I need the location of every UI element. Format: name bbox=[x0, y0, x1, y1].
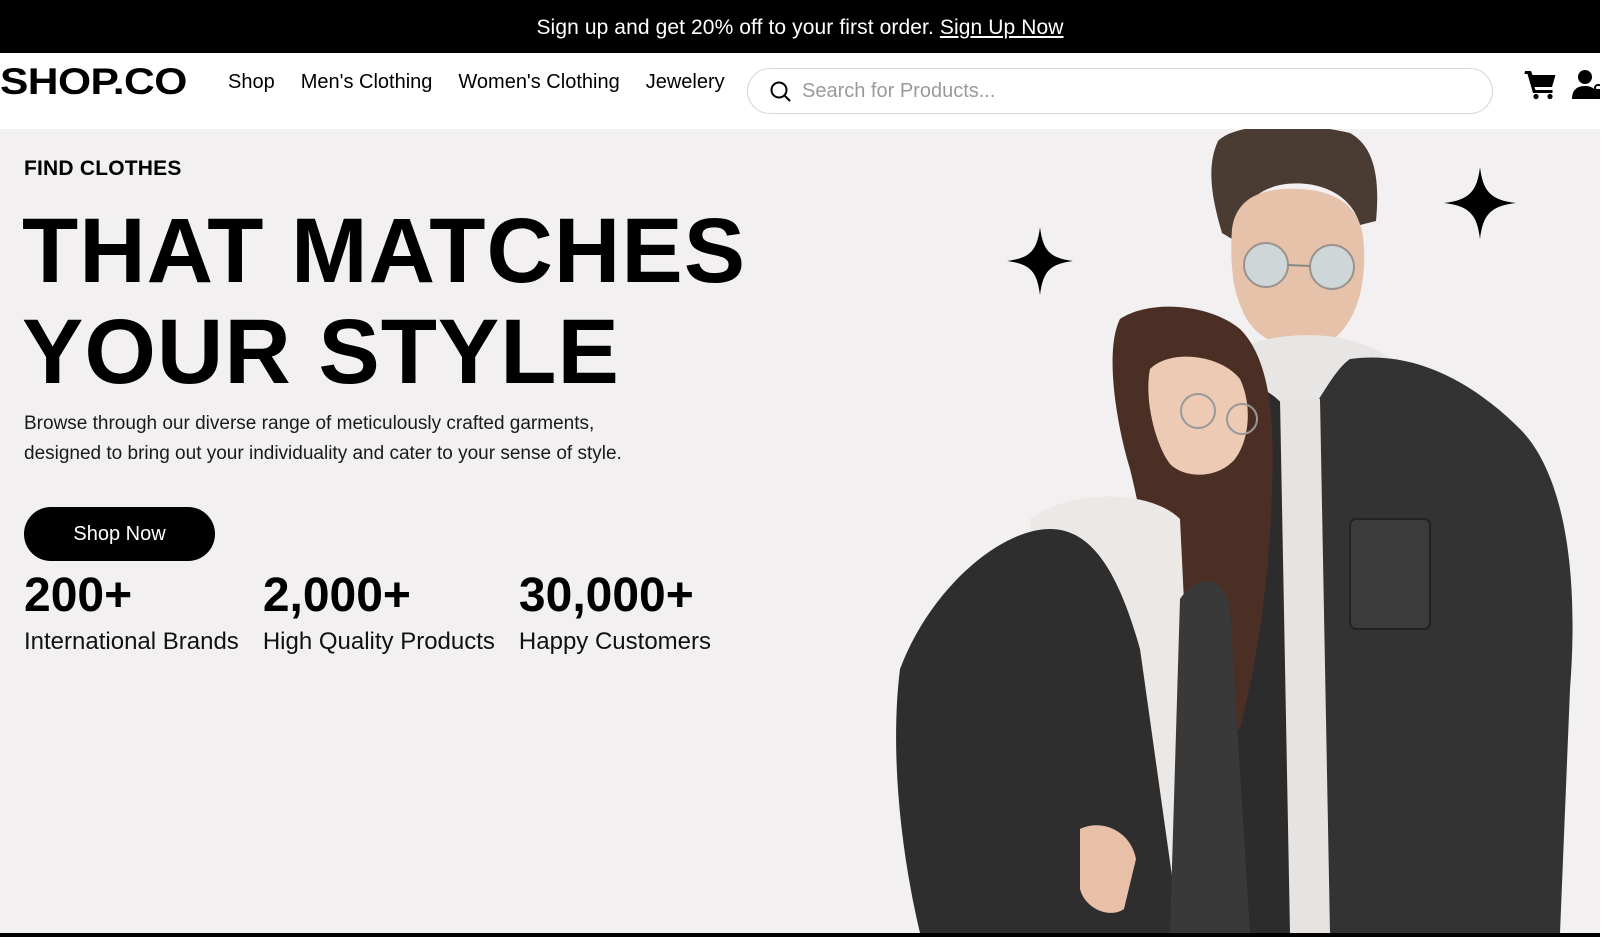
sparkle-icon bbox=[1007, 227, 1073, 295]
nav-link-shop[interactable]: Shop bbox=[228, 71, 275, 94]
stat-brands: 200+ International Brands bbox=[24, 567, 239, 657]
hero-eyebrow: FIND CLOTHES bbox=[24, 157, 182, 180]
nav-link-womens-clothing[interactable]: Women's Clothing bbox=[458, 71, 619, 94]
search-icon bbox=[770, 81, 791, 102]
logo[interactable]: SHOP.CO bbox=[0, 61, 187, 103]
search-bar[interactable] bbox=[747, 68, 1493, 114]
cart-icon[interactable] bbox=[1524, 67, 1558, 101]
stat-value: 200+ bbox=[24, 569, 133, 622]
hero-section: FIND CLOTHES THAT MATCHES YOUR STYLE Bro… bbox=[0, 129, 1600, 933]
promo-banner: Sign up and get 20% off to your first or… bbox=[0, 3, 1600, 53]
navbar: SHOP.CO Shop Men's Clothing Women's Clot… bbox=[0, 53, 1600, 129]
sign-up-link[interactable]: Sign Up Now bbox=[940, 16, 1064, 40]
hero-description: Browse through our diverse range of meti… bbox=[24, 413, 622, 464]
stats: 200+ International Brands 2,000+ High Qu… bbox=[24, 567, 735, 657]
headline-line-2: YOUR STYLE bbox=[22, 301, 620, 403]
shop-now-button[interactable]: Shop Now bbox=[24, 507, 215, 561]
right-edge bbox=[1600, 0, 1605, 937]
stat-label: High Quality Products bbox=[262, 628, 495, 655]
stat-value: 30,000+ bbox=[518, 569, 694, 622]
nav-links: Shop Men's Clothing Women's Clothing Jew… bbox=[228, 71, 725, 94]
user-icon[interactable] bbox=[1572, 67, 1600, 101]
stat-customers: 30,000+ Happy Customers bbox=[519, 567, 711, 657]
stat-products: 2,000+ High Quality Products bbox=[263, 567, 495, 657]
stat-value: 2,000+ bbox=[262, 569, 411, 622]
page: Sign up and get 20% off to your first or… bbox=[0, 3, 1600, 933]
headline-line-1: THAT MATCHES bbox=[22, 200, 747, 302]
promo-text: Sign up and get 20% off to your first or… bbox=[536, 16, 934, 39]
sparkle-icon bbox=[1444, 167, 1516, 239]
nav-link-jewelery[interactable]: Jewelery bbox=[646, 71, 725, 94]
stat-label: Happy Customers bbox=[518, 628, 711, 655]
search-input[interactable] bbox=[802, 79, 1452, 103]
hero-image bbox=[896, 129, 1573, 933]
stat-label: International Brands bbox=[24, 628, 239, 655]
hero-headline: THAT MATCHES YOUR STYLE bbox=[22, 201, 746, 403]
nav-icons bbox=[1524, 67, 1600, 101]
nav-link-mens-clothing[interactable]: Men's Clothing bbox=[301, 71, 433, 94]
